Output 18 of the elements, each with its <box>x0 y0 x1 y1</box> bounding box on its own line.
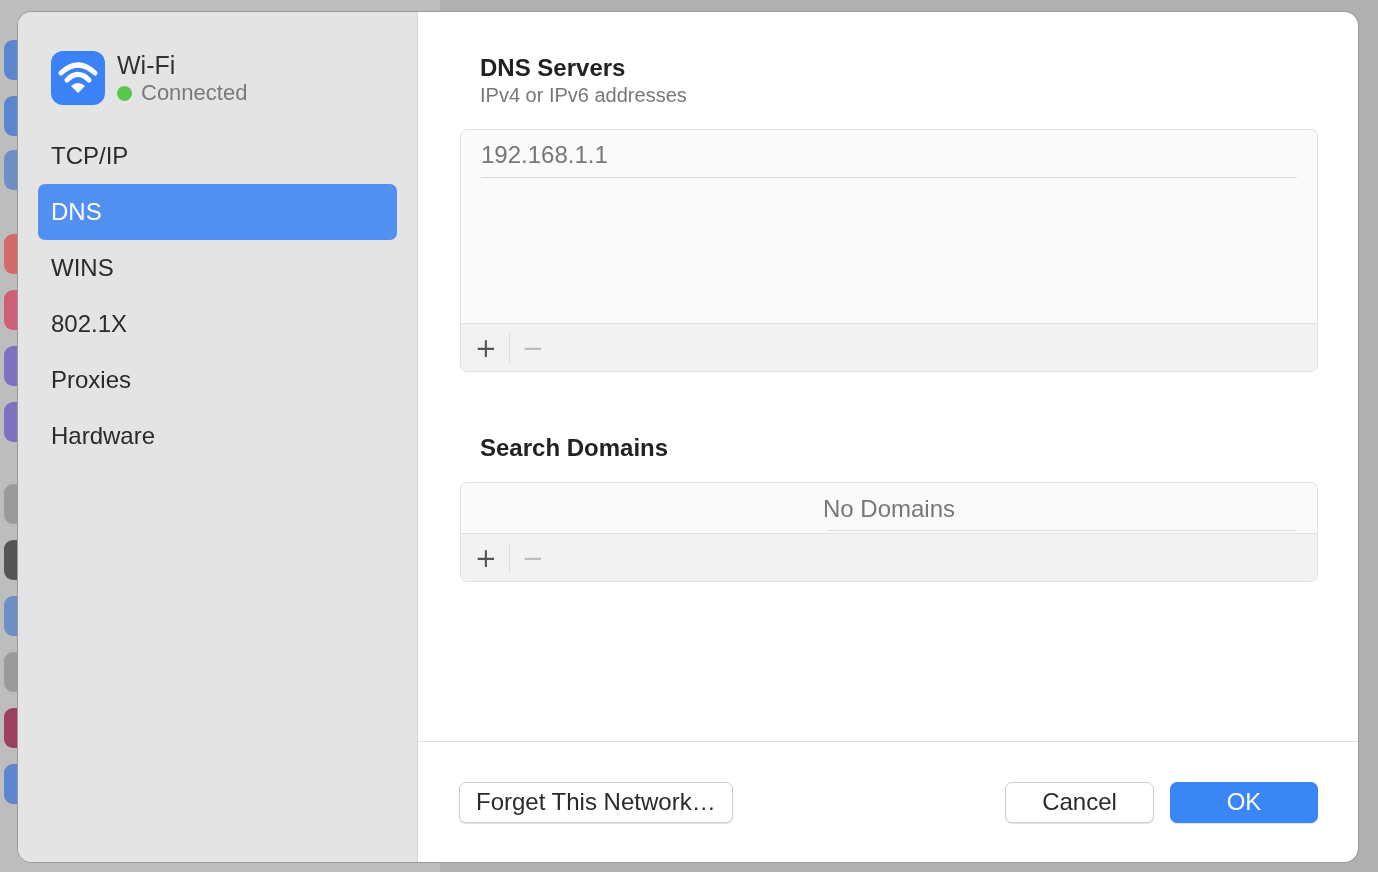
sidebar-item[interactable]: TCP/IP <box>38 128 397 184</box>
list-entry[interactable]: 192.168.1.1 <box>481 130 1297 178</box>
sidebar-item[interactable]: Proxies <box>38 352 397 408</box>
empty-list-text: No Domains <box>827 483 1297 531</box>
ok-button[interactable]: OK <box>1170 781 1318 823</box>
add-button[interactable]: + <box>473 542 499 573</box>
forget-network-button[interactable]: Forget This Network… <box>459 781 733 823</box>
add-button[interactable]: + <box>473 332 499 363</box>
section-title: Search Domains <box>479 434 670 462</box>
section-subtitle: IPv4 or IPv6 addresses <box>479 84 688 107</box>
cancel-button[interactable]: Cancel <box>1005 781 1154 823</box>
section-title: DNS Servers <box>479 54 627 82</box>
wifi-icon <box>51 51 105 105</box>
sidebar-item[interactable]: 802.1X <box>38 296 397 352</box>
sidebar-item[interactable]: Hardware <box>38 408 397 464</box>
status-text: Connected <box>141 80 248 106</box>
sidebar-item[interactable]: WINS <box>38 240 397 296</box>
service-name: Wi-Fi <box>117 50 177 80</box>
